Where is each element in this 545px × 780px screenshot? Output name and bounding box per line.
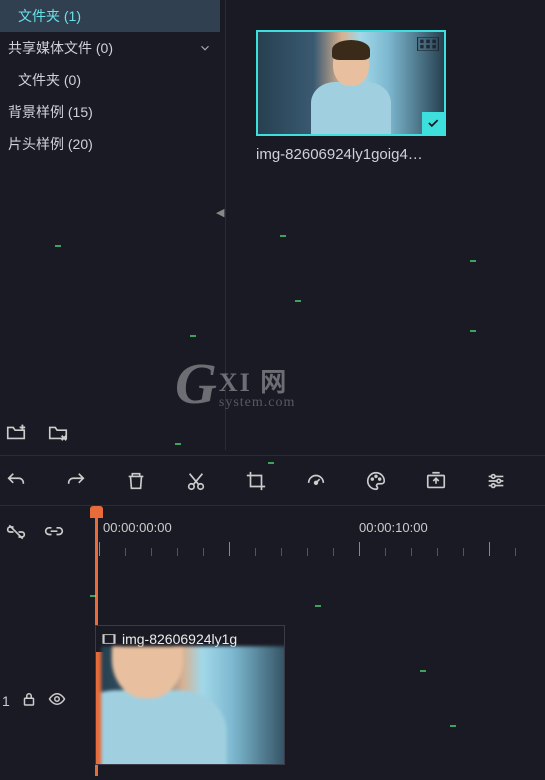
folder-item-bg-samples[interactable]: 背景样例 (15) <box>0 96 220 128</box>
speed-button[interactable] <box>304 469 328 493</box>
folder-actions <box>0 420 70 444</box>
undo-button[interactable] <box>4 469 28 493</box>
filmstrip-icon <box>417 37 439 51</box>
media-browser: img-82606924ly1goig4… <box>225 0 545 450</box>
unlink-button[interactable] <box>4 520 28 544</box>
delete-folder-button[interactable] <box>46 420 70 444</box>
crop-button[interactable] <box>244 469 268 493</box>
new-folder-button[interactable] <box>4 420 28 444</box>
timeline-ruler[interactable]: 00:00:00:00 00:00:10:00 <box>95 506 545 561</box>
folder-label: 片头样例 (20) <box>8 134 93 154</box>
delete-button[interactable] <box>124 469 148 493</box>
editor-toolbar <box>0 455 545 505</box>
time-label-1: 00:00:10:00 <box>359 520 428 535</box>
track-controls: 1 <box>0 690 66 711</box>
folder-label: 文件夹 (0) <box>18 70 81 90</box>
filmstrip-icon <box>102 632 116 646</box>
media-thumbnail-image[interactable] <box>256 30 446 136</box>
cut-button[interactable] <box>184 469 208 493</box>
time-label-0: 00:00:00:00 <box>103 520 172 535</box>
selected-check-icon <box>422 112 444 134</box>
redo-button[interactable] <box>64 469 88 493</box>
timeline-header: 00:00:00:00 00:00:10:00 <box>0 505 545 560</box>
link-button[interactable] <box>42 520 66 544</box>
timeline-clip[interactable]: img-82606924ly1g <box>95 625 285 765</box>
media-thumbnail-label: img-82606924ly1goig4… <box>256 146 423 163</box>
folder-label: 文件夹 (1) <box>18 6 81 26</box>
settings-button[interactable] <box>484 469 508 493</box>
folder-label: 共享媒体文件 (0) <box>8 38 113 58</box>
folder-sidebar: 文件夹 (1) 共享媒体文件 (0) 文件夹 (0) 背景样例 (15) 片头样… <box>0 0 220 450</box>
media-thumbnail[interactable]: img-82606924ly1goig4… <box>256 30 446 163</box>
toggle-visibility-button[interactable] <box>48 690 66 711</box>
folder-item-selected[interactable]: 文件夹 (1) <box>0 0 220 32</box>
track-number: 1 <box>2 693 10 709</box>
color-button[interactable] <box>364 469 388 493</box>
export-frame-button[interactable] <box>424 469 448 493</box>
lock-track-button[interactable] <box>20 690 38 711</box>
folder-item-shared-media[interactable]: 共享媒体文件 (0) <box>0 32 220 64</box>
folder-item-intro-samples[interactable]: 片头样例 (20) <box>0 128 220 160</box>
clip-name: img-82606924ly1g <box>122 631 237 647</box>
chevron-down-icon <box>198 41 212 55</box>
folder-label: 背景样例 (15) <box>8 102 93 122</box>
timeline-tracks: 1 img-82606924ly1g <box>0 560 545 780</box>
clip-preview <box>101 646 285 765</box>
folder-item-subfolder[interactable]: 文件夹 (0) <box>0 64 220 96</box>
